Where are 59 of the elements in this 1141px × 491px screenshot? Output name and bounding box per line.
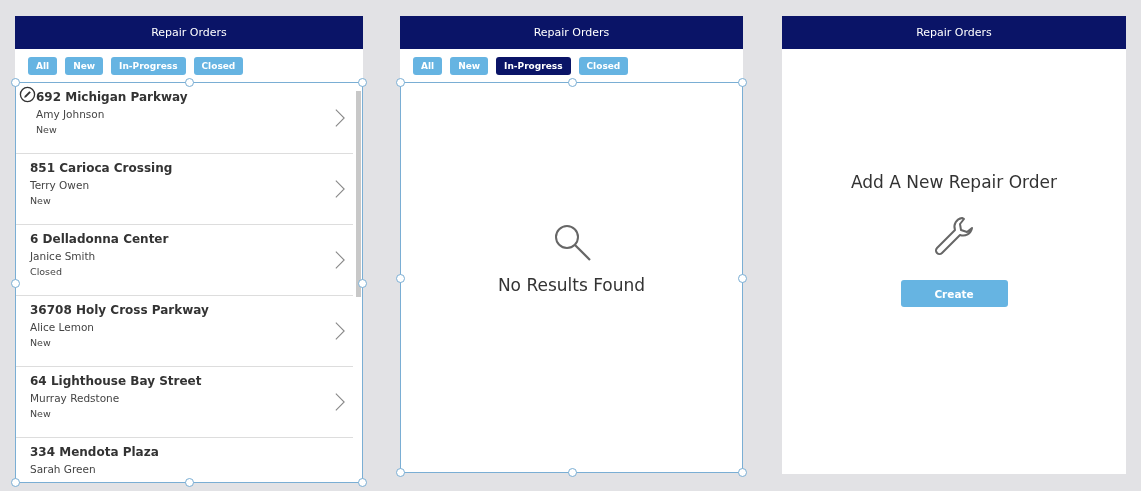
filter-button[interactable]: All xyxy=(413,57,443,75)
order-status: Closed xyxy=(30,265,63,279)
order-address: 6 Delladonna Center xyxy=(30,231,170,248)
chevron-right-icon[interactable] xyxy=(335,108,345,128)
order-status: New xyxy=(30,194,52,208)
customer-name: Amy Johnson xyxy=(36,107,106,122)
resize-handle[interactable] xyxy=(567,468,577,477)
chevron-right-icon[interactable] xyxy=(335,321,345,341)
resize-handle[interactable] xyxy=(738,273,747,283)
create-heading: Add A New Repair Order xyxy=(851,172,1057,192)
filter-button[interactable]: New xyxy=(65,57,104,75)
scrollbar[interactable] xyxy=(356,91,361,297)
customer-name: Alice Lemon xyxy=(30,320,96,335)
create-button[interactable]: Create xyxy=(900,280,1008,307)
order-status: New xyxy=(30,407,52,421)
resize-handle[interactable] xyxy=(358,278,367,288)
resize-handle[interactable] xyxy=(396,78,405,87)
chevron-right-icon[interactable] xyxy=(335,392,345,412)
resize-handle[interactable] xyxy=(738,468,747,477)
list-row[interactable]: 36708 Holy Cross Parkway Alice Lemon New xyxy=(16,296,353,367)
resize-handle[interactable] xyxy=(396,273,405,283)
customer-name: Murray Redstone xyxy=(30,391,121,406)
list-row[interactable]: 6 Delladonna Center Janice Smith Closed xyxy=(16,225,353,296)
customer-name: Terry Owen xyxy=(30,178,91,193)
list-row[interactable]: 64 Lighthouse Bay Street Murray Redstone New xyxy=(16,367,353,438)
screen-title: Repair Orders xyxy=(533,26,610,39)
filter-button[interactable]: New xyxy=(450,57,489,75)
order-address: 851 Carioca Crossing xyxy=(30,160,174,177)
resize-handle[interactable] xyxy=(11,278,20,288)
filter-button[interactable]: Closed xyxy=(578,57,629,75)
order-address: 692 Michigan Parkway xyxy=(36,89,189,106)
chevron-right-icon[interactable] xyxy=(335,179,345,199)
order-address: 64 Lighthouse Bay Street xyxy=(30,373,203,390)
wrench-icon xyxy=(932,214,976,258)
filter-button[interactable]: In-Progress xyxy=(496,57,571,75)
resize-handle[interactable] xyxy=(567,78,577,87)
resize-handle[interactable] xyxy=(11,78,20,87)
resize-handle[interactable] xyxy=(11,478,20,487)
order-status: New xyxy=(36,123,58,137)
customer-name: Sarah Green xyxy=(30,462,97,477)
pencil-icon[interactable] xyxy=(19,86,36,103)
order-address: 36708 Holy Cross Parkway xyxy=(30,302,210,319)
resize-handle[interactable] xyxy=(185,478,194,487)
empty-message: No Results Found xyxy=(497,275,646,295)
list-row[interactable]: 851 Carioca Crossing Terry Owen New xyxy=(16,154,353,225)
resize-handle[interactable] xyxy=(738,78,747,87)
filter-button[interactable]: In-Progress xyxy=(111,57,186,75)
resize-handle[interactable] xyxy=(185,78,194,87)
screen-title: Repair Orders xyxy=(151,26,227,39)
order-address: 334 Mendota Plaza xyxy=(30,444,160,461)
resize-handle[interactable] xyxy=(358,478,367,487)
order-status: New xyxy=(30,336,52,350)
customer-name: Janice Smith xyxy=(30,249,97,264)
filter-button[interactable]: All xyxy=(28,57,58,75)
screen-title: Repair Orders xyxy=(916,26,992,39)
resize-handle[interactable] xyxy=(396,468,405,477)
chevron-right-icon[interactable] xyxy=(335,250,345,270)
filter-button[interactable]: Closed xyxy=(193,57,244,75)
resize-handle[interactable] xyxy=(358,78,367,87)
